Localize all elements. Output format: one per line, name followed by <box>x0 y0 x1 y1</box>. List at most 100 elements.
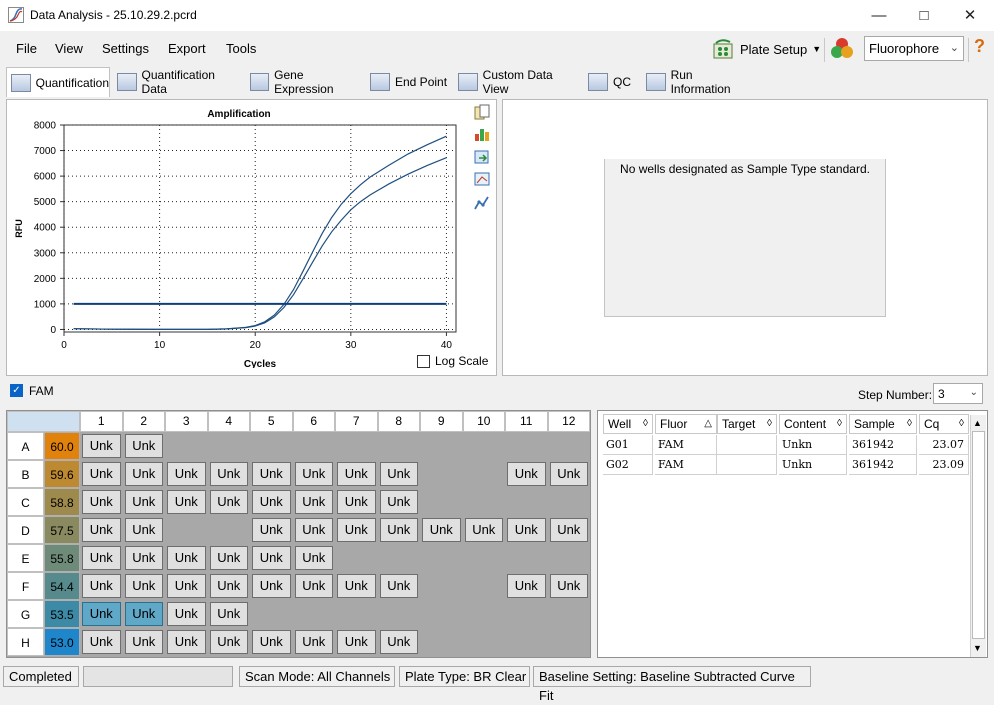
well-F2[interactable]: Unk <box>124 574 163 598</box>
well-H3[interactable]: Unk <box>167 630 206 654</box>
well-D11[interactable]: Unk <box>507 518 546 542</box>
well-H1[interactable]: Unk <box>82 630 121 654</box>
table-cell[interactable]: FAM <box>655 455 717 475</box>
well-F3[interactable]: Unk <box>167 574 206 598</box>
maximize-button[interactable]: □ <box>901 0 947 31</box>
well-D8[interactable]: Unk <box>379 518 418 542</box>
well-D12[interactable]: Unk <box>549 518 588 542</box>
well-A2[interactable]: Unk <box>124 434 163 458</box>
plate-corner[interactable] <box>7 411 80 432</box>
well-F12[interactable]: Unk <box>549 574 588 598</box>
table-cell[interactable]: G02 <box>603 455 653 475</box>
well-E1[interactable]: Unk <box>82 546 121 570</box>
sort-icon[interactable]: △ <box>704 415 712 433</box>
well-C6[interactable]: Unk <box>294 490 333 514</box>
column-header-11[interactable]: 11 <box>505 411 548 432</box>
well-H5[interactable]: Unk <box>252 630 291 654</box>
well-B3[interactable]: Unk <box>167 462 206 486</box>
menu-export[interactable]: Export <box>168 41 206 56</box>
well-color-icon[interactable] <box>829 36 855 60</box>
column-header-8[interactable]: 8 <box>377 411 420 432</box>
well-F1[interactable]: Unk <box>82 574 121 598</box>
column-header-1[interactable]: 1 <box>80 411 123 432</box>
well-B7[interactable]: Unk <box>337 462 376 486</box>
well-E2[interactable]: Unk <box>124 546 163 570</box>
close-button[interactable]: ✕ <box>947 0 993 31</box>
tab-quantification[interactable]: Quantification <box>6 67 110 97</box>
well-B6[interactable]: Unk <box>294 462 333 486</box>
table-cell[interactable]: FAM <box>655 435 717 455</box>
step-number-select[interactable]: 3 ⌄ <box>933 383 983 404</box>
menu-file[interactable]: File <box>16 41 37 56</box>
well-C1[interactable]: Unk <box>82 490 121 514</box>
column-header-fluor[interactable]: Fluor △ <box>655 414 717 434</box>
well-D5[interactable]: Unk <box>252 518 291 542</box>
column-header-12[interactable]: 12 <box>547 411 590 432</box>
tab-qc[interactable]: QC <box>584 69 638 95</box>
well-B4[interactable]: Unk <box>209 462 248 486</box>
column-header-5[interactable]: 5 <box>250 411 293 432</box>
well-E4[interactable]: Unk <box>209 546 248 570</box>
well-C2[interactable]: Unk <box>124 490 163 514</box>
well-G3[interactable]: Unk <box>167 602 206 626</box>
well-E6[interactable]: Unk <box>294 546 333 570</box>
menu-tools[interactable]: Tools <box>226 41 256 56</box>
well-B5[interactable]: Unk <box>252 462 291 486</box>
row-header-B[interactable]: B <box>7 460 44 488</box>
well-G2[interactable]: Unk <box>124 602 163 626</box>
export-chart-icon[interactable] <box>474 149 490 165</box>
well-F8[interactable]: Unk <box>379 574 418 598</box>
copy-icon[interactable] <box>474 104 490 120</box>
column-header-7[interactable]: 7 <box>335 411 378 432</box>
sort-icon[interactable]: ◊ <box>767 415 772 433</box>
scroll-down-icon[interactable]: ▼ <box>973 643 982 653</box>
well-A1[interactable]: Unk <box>82 434 121 458</box>
menu-view[interactable]: View <box>55 41 83 56</box>
chart-options-icon[interactable] <box>474 126 490 142</box>
well-F11[interactable]: Unk <box>507 574 546 598</box>
row-header-A[interactable]: A <box>7 432 44 460</box>
table-cell[interactable]: 361942 <box>849 455 917 475</box>
well-F4[interactable]: Unk <box>209 574 248 598</box>
tab-end-point[interactable]: End Point <box>366 69 450 95</box>
well-D6[interactable]: Unk <box>294 518 333 542</box>
column-header-well[interactable]: Well ◊ <box>603 414 653 434</box>
well-B8[interactable]: Unk <box>379 462 418 486</box>
well-B12[interactable]: Unk <box>549 462 588 486</box>
tab-custom-data-view[interactable]: Custom Data View <box>454 68 580 96</box>
table-cell[interactable] <box>717 455 777 475</box>
row-header-E[interactable]: E <box>7 544 44 572</box>
column-header-sample[interactable]: Sample ◊ <box>849 414 917 434</box>
column-header-4[interactable]: 4 <box>207 411 250 432</box>
well-G1[interactable]: Unk <box>82 602 121 626</box>
row-header-F[interactable]: F <box>7 572 44 600</box>
well-E3[interactable]: Unk <box>167 546 206 570</box>
well-C5[interactable]: Unk <box>252 490 291 514</box>
zoom-chart-icon[interactable] <box>474 171 490 187</box>
row-header-D[interactable]: D <box>7 516 44 544</box>
table-scrollbar[interactable]: ▲ ▼ <box>970 415 986 657</box>
well-B2[interactable]: Unk <box>124 462 163 486</box>
well-E5[interactable]: Unk <box>252 546 291 570</box>
column-header-10[interactable]: 10 <box>462 411 505 432</box>
fam-checkbox[interactable]: ✓ <box>10 384 23 397</box>
well-H8[interactable]: Unk <box>379 630 418 654</box>
tab-quantification-data[interactable]: Quantification Data <box>113 68 241 96</box>
minimize-button[interactable]: — <box>856 0 902 31</box>
row-header-G[interactable]: G <box>7 600 44 628</box>
well-H2[interactable]: Unk <box>124 630 163 654</box>
help-icon[interactable]: ? <box>974 36 985 57</box>
well-F5[interactable]: Unk <box>252 574 291 598</box>
well-G4[interactable]: Unk <box>209 602 248 626</box>
tab-gene-expression[interactable]: Gene Expression <box>246 68 362 96</box>
well-H7[interactable]: Unk <box>337 630 376 654</box>
menu-settings[interactable]: Settings <box>102 41 149 56</box>
tab-run-information[interactable]: Run Information <box>642 68 754 96</box>
row-header-H[interactable]: H <box>7 628 44 656</box>
column-header-target[interactable]: Target ◊ <box>717 414 777 434</box>
well-B11[interactable]: Unk <box>507 462 546 486</box>
column-header-cq[interactable]: Cq ◊ <box>919 414 969 434</box>
well-D10[interactable]: Unk <box>464 518 503 542</box>
table-cell[interactable]: 23.09 <box>919 455 969 475</box>
column-header-content[interactable]: Content ◊ <box>779 414 847 434</box>
